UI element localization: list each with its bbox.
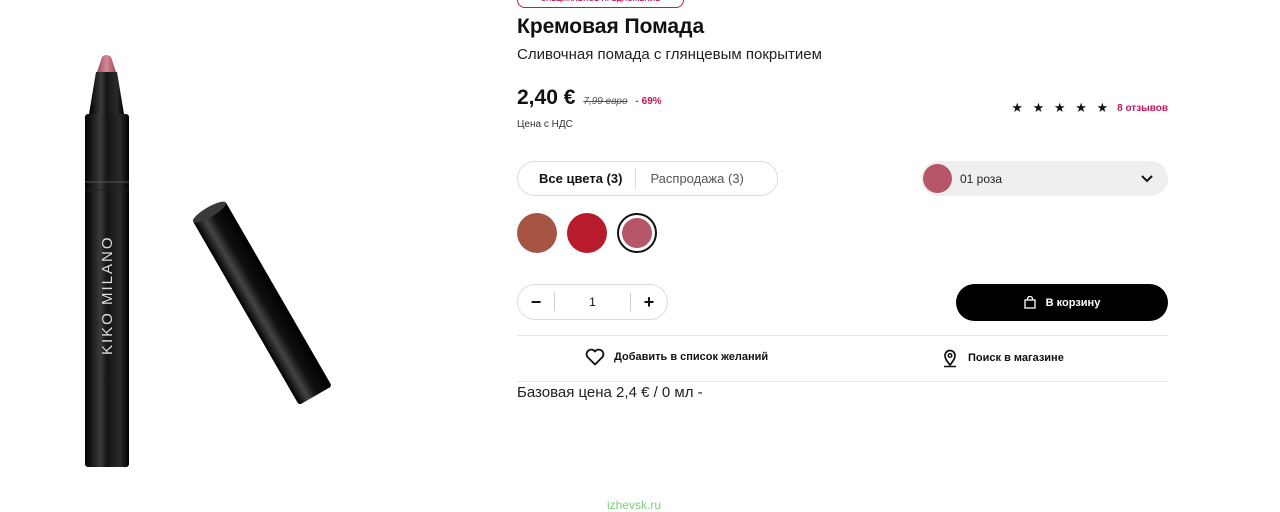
quantity-decrease-button[interactable]: − bbox=[518, 285, 554, 319]
tab-sale[interactable]: Распродажа (3) bbox=[636, 162, 743, 195]
add-to-cart-label: В корзину bbox=[1045, 296, 1101, 309]
tab-all-colors[interactable]: Все цвета (3) bbox=[518, 167, 637, 190]
rating-stars: ★ ★ ★ ★ ★ bbox=[1011, 100, 1112, 115]
vat-note: Цена с НДС bbox=[517, 119, 573, 130]
promo-badge: СПЕЦИАЛЬНОЕ ПРЕДЛОЖЕНИЕ bbox=[517, 0, 684, 8]
shade-swatch[interactable] bbox=[567, 213, 607, 253]
lipstick-tip bbox=[97, 55, 116, 72]
rating[interactable]: ★ ★ ★ ★ ★ 8 отзывов bbox=[1011, 100, 1168, 116]
wishlist-label: Добавить в список желаний bbox=[614, 351, 769, 363]
lipstick-cap bbox=[193, 201, 331, 405]
shade-swatch[interactable] bbox=[517, 213, 557, 253]
base-price: Базовая цена 2,4 € / 0 мл - bbox=[517, 384, 703, 401]
quantity-increase-button[interactable]: + bbox=[631, 285, 667, 319]
store-search-label: Поиск в магазине bbox=[968, 352, 1064, 364]
selected-shade-label: 01 роза bbox=[960, 171, 1003, 186]
shade-swatches bbox=[517, 213, 657, 253]
wishlist-button[interactable]: Добавить в список желаний bbox=[585, 348, 768, 366]
product-image: KIKO MILANO bbox=[85, 55, 331, 467]
lipstick-cone bbox=[89, 72, 124, 114]
watermark: izhevsk.ru bbox=[607, 498, 662, 512]
current-price: 2,40 € bbox=[517, 86, 576, 109]
brand-logo: KIKO MILANO bbox=[99, 235, 116, 355]
shade-dropdown[interactable]: 01 роза bbox=[921, 161, 1168, 196]
discount-badge: - 69% bbox=[635, 96, 662, 107]
location-pin-icon bbox=[944, 349, 956, 368]
color-filter-tabs: Все цвета (3) Распродажа (3) bbox=[517, 161, 778, 196]
shade-swatch[interactable] bbox=[617, 213, 657, 253]
product-subtitle: Сливочная помада с глянцевым покрытием bbox=[517, 46, 822, 63]
chevron-down-icon bbox=[1141, 174, 1153, 182]
add-to-cart-button[interactable]: В корзину bbox=[956, 284, 1168, 321]
shopping-bag-icon bbox=[1024, 296, 1036, 309]
divider bbox=[517, 381, 1168, 382]
heart-icon bbox=[585, 348, 605, 366]
quantity-stepper: − 1 + bbox=[517, 284, 668, 320]
price-row: 2,40 € 7,99 евро - 69% bbox=[517, 86, 662, 110]
old-price: 7,99 евро bbox=[583, 96, 628, 107]
selected-shade-dot bbox=[923, 164, 952, 193]
product-title: Кремовая Помада bbox=[517, 15, 705, 38]
quantity-value[interactable]: 1 bbox=[555, 295, 630, 309]
reviews-link[interactable]: 8 отзывов bbox=[1117, 103, 1168, 114]
divider bbox=[517, 335, 1168, 336]
store-search-button[interactable]: Поиск в магазине bbox=[941, 348, 1064, 368]
